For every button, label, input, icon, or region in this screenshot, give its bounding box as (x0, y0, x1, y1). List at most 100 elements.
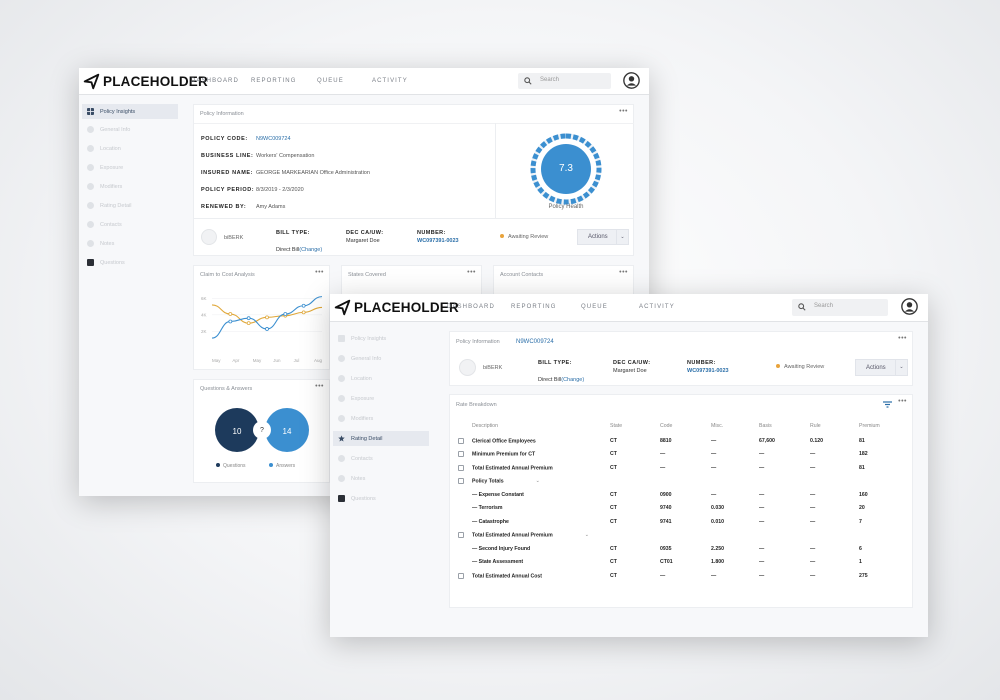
nav-dashboard[interactable]: DASHBOARD (447, 304, 495, 310)
more-options-icon[interactable]: ••• (315, 269, 324, 276)
sidebar-item-general-info[interactable]: General Info (82, 122, 178, 137)
col-header-code[interactable]: Code (660, 418, 711, 434)
more-options-icon[interactable]: ••• (619, 269, 628, 276)
logo[interactable]: PLACEHOLDER (83, 73, 208, 90)
table-row[interactable]: — Expense Constant CT 0900 — — — 160 (458, 488, 898, 502)
sidebar-item-notes[interactable]: Notes (333, 471, 429, 486)
user-avatar-icon[interactable] (901, 298, 918, 315)
sidebar-item-questions[interactable]: Questions (333, 491, 429, 506)
col-header-description[interactable]: Description (458, 418, 610, 434)
sidebar-item-general-info[interactable]: General Info (333, 351, 429, 366)
data-point[interactable] (228, 319, 233, 324)
more-options-icon[interactable]: ••• (898, 398, 907, 405)
row-checkbox[interactable] (458, 572, 464, 579)
nav-queue[interactable]: QUEUE (581, 304, 608, 310)
more-options-icon[interactable]: ••• (315, 383, 324, 390)
table-row[interactable]: — Second Injury Found CT 0935 2.250 — — 6 (458, 542, 898, 556)
data-point[interactable] (228, 312, 233, 316)
sidebar-item-rating-detail[interactable]: Rating Detail (333, 431, 429, 446)
sidebar-item-policy-insights[interactable]: Policy Insights (333, 331, 429, 346)
col-header-basis[interactable]: Basis (759, 418, 810, 434)
x-tick-label: Aug (314, 358, 323, 363)
chevron-down-icon[interactable]: ⌄ (536, 478, 540, 484)
col-header-premium[interactable]: Premium (859, 418, 898, 434)
overlap-label: ? (260, 427, 264, 434)
search-input[interactable]: Search (518, 73, 611, 89)
sidebar-item-location[interactable]: Location (82, 141, 178, 156)
claim-cost-chart: 6K 4K 2K May Apr May Jun Jul Aug (201, 296, 323, 363)
sidebar-item-modifiers[interactable]: Modifiers (333, 411, 429, 426)
bill-type-label: BILL TYPE: (276, 230, 310, 236)
policy-code-link[interactable]: N9WC009724 (516, 339, 554, 345)
card-title: Questions & Answers (200, 386, 253, 392)
sidebar-item-label: Contacts (351, 455, 373, 462)
data-point[interactable] (246, 321, 251, 326)
logo[interactable]: PLACEHOLDER (334, 299, 459, 316)
number-value[interactable]: WC097391-0023 (687, 368, 729, 374)
actions-button[interactable]: Actions ⌄ (577, 229, 629, 245)
row-checkbox[interactable] (458, 478, 464, 485)
data-point[interactable] (301, 303, 306, 308)
row-checkbox[interactable] (458, 451, 464, 458)
sidebar-item-modifiers[interactable]: Modifiers (82, 179, 178, 194)
actions-button[interactable]: Actions ⌄ (855, 359, 908, 376)
number-value[interactable]: WC097391-0023 (417, 238, 459, 244)
renewed-by-value: Amy Adams (256, 204, 286, 210)
data-point[interactable] (246, 316, 251, 321)
more-options-icon[interactable]: ••• (898, 335, 907, 342)
sidebar-item-questions[interactable]: Questions (82, 255, 178, 270)
sidebar-item-label: Rating Detail (351, 435, 383, 442)
cell-code: 9740 (660, 505, 672, 512)
user-avatar-icon[interactable] (623, 72, 640, 89)
cell-description: Total Estimated Annual Premium (458, 461, 610, 475)
change-link[interactable]: (Change) (561, 377, 584, 383)
chevron-down-icon[interactable]: ⌄ (616, 230, 628, 244)
col-header-rule[interactable]: Rule (810, 418, 859, 434)
row-checkbox[interactable] (458, 532, 464, 539)
chevron-down-icon[interactable]: ⌄ (895, 360, 907, 375)
y-tick-label: 4K (201, 312, 207, 317)
sidebar-item-exposure[interactable]: Exposure (333, 391, 429, 406)
sidebar-item-location[interactable]: Location (333, 371, 429, 386)
sidebar-item-notes[interactable]: Notes (82, 236, 178, 251)
data-point[interactable] (301, 310, 306, 315)
table-row[interactable]: — Catastrophe CT 9741 0.010 — — 7 (458, 515, 898, 529)
table-row[interactable]: Total Estimated Annual Cost CT — — — — 275 (458, 569, 898, 583)
cell-premium: 81 (859, 437, 865, 444)
row-checkbox[interactable] (458, 464, 464, 471)
table-row[interactable]: — State Assessment CT CT01 1.800 — — 1 (458, 556, 898, 570)
sidebar-item-rating-detail[interactable]: Rating Detail (82, 198, 178, 213)
data-point[interactable] (283, 312, 288, 316)
sidebar-item-contacts[interactable]: Contacts (82, 217, 178, 232)
table-row[interactable]: Clerical Office Employees CT 8810 — 67,600 0.… (458, 434, 898, 448)
col-header-misc[interactable]: Misc. (711, 418, 759, 434)
more-options-icon[interactable]: ••• (619, 108, 628, 115)
table-row[interactable]: Total Estimated Annual Premium ⌄ (458, 529, 898, 543)
nav-activity[interactable]: ACTIVITY (639, 304, 675, 310)
filter-icon[interactable] (883, 401, 892, 408)
change-link[interactable]: (Change) (299, 247, 322, 253)
row-checkbox[interactable] (458, 437, 464, 444)
search-input[interactable]: Search (792, 299, 888, 316)
table-row[interactable]: — Terrorism CT 9740 0.030 — — 20 (458, 502, 898, 516)
more-options-icon[interactable]: ••• (467, 269, 476, 276)
sidebar-item-exposure[interactable]: Exposure (82, 160, 178, 175)
nav-reporting[interactable]: REPORTING (251, 78, 296, 84)
data-point[interactable] (265, 327, 269, 331)
table-row[interactable]: Policy Totals ⌄ (458, 475, 898, 489)
table-row[interactable]: Minimum Premium for CT CT — — — — 182 (458, 448, 898, 462)
sidebar-item-contacts[interactable]: Contacts (333, 451, 429, 466)
nav-reporting[interactable]: REPORTING (511, 304, 556, 310)
bill-type-group: Direct Bill(Change) (538, 368, 584, 386)
nav-dashboard[interactable]: DASHBOARD (191, 78, 239, 84)
data-point[interactable] (265, 315, 269, 320)
col-header-state[interactable]: State (610, 418, 660, 434)
nav-queue[interactable]: QUEUE (317, 78, 344, 84)
nav-activity[interactable]: ACTIVITY (372, 78, 408, 84)
chevron-down-icon[interactable]: ⌄ (585, 532, 589, 538)
sidebar-item-policy-insights[interactable]: Policy Insights (82, 104, 178, 119)
policy-code-value[interactable]: N9WC009724 (256, 136, 291, 142)
table-row[interactable]: Total Estimated Annual Premium CT — — — — 81 (458, 461, 898, 475)
description-text: Total Estimated Annual Premium (472, 532, 553, 539)
description-text: — Terrorism (472, 505, 503, 512)
